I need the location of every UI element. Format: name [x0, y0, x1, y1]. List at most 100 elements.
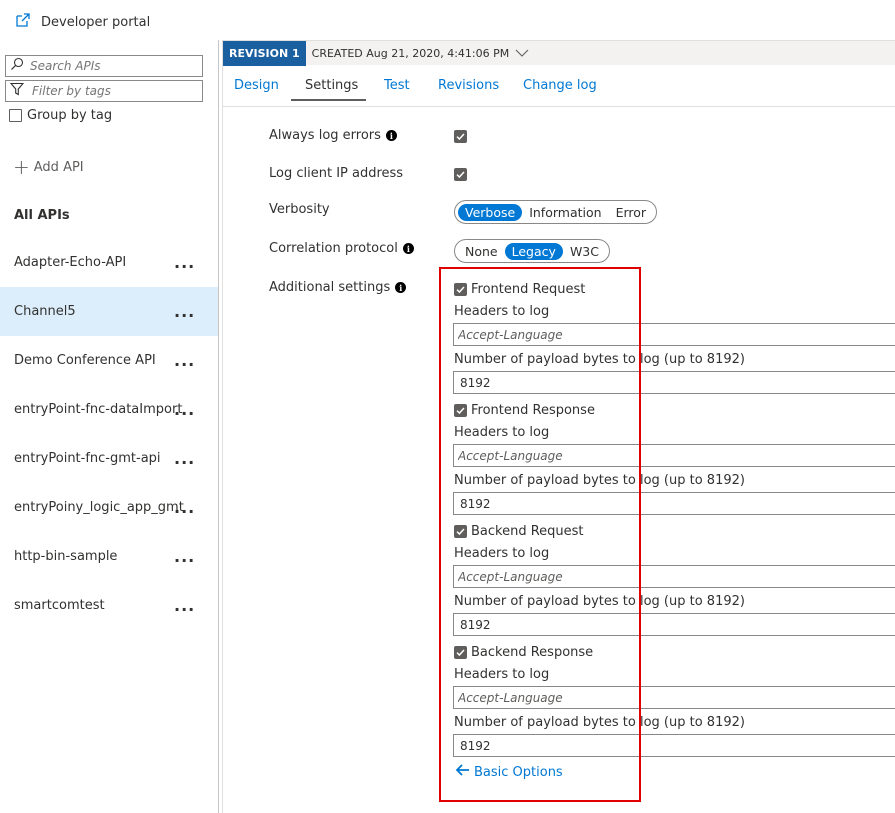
verbosity-label: Verbosity — [269, 202, 330, 217]
active-tab-indicator — [291, 99, 366, 101]
correlation-protocol-toggle: None Legacy W3C — [454, 239, 610, 263]
backend-response-checkbox-row[interactable]: Backend Response — [454, 645, 593, 660]
payload-bytes-label: Number of payload bytes to log (up to 81… — [454, 594, 745, 609]
section-title: Frontend Response — [471, 403, 595, 418]
verbosity-toggle: Verbose Information Error — [454, 200, 658, 224]
api-sidebar: Group by tag + Add API All APIs Adapter-… — [0, 40, 218, 813]
more-options-icon[interactable]: ... — [174, 304, 195, 320]
group-by-tag-label: Group by tag — [27, 108, 113, 123]
api-list-item[interactable]: entryPoint-fnc-dataImport ... — [0, 385, 218, 434]
frontend-request-checkbox[interactable] — [454, 283, 467, 296]
headers-to-log-input[interactable] — [453, 686, 895, 709]
backend-request-checkbox-row[interactable]: Backend Request — [454, 524, 584, 539]
verbosity-option-error[interactable]: Error — [609, 204, 653, 221]
verbosity-option-verbose[interactable]: Verbose — [458, 203, 523, 221]
api-name: http-bin-sample — [14, 549, 118, 564]
tab-test[interactable]: Test — [384, 78, 410, 93]
backend-request-checkbox[interactable] — [454, 525, 467, 538]
add-api-label: Add API — [33, 159, 84, 175]
checkbox-unchecked-icon[interactable] — [9, 109, 22, 122]
tab-revisions[interactable]: Revisions — [438, 78, 499, 93]
more-options-icon[interactable]: ... — [174, 353, 195, 369]
frontend-response-checkbox[interactable] — [454, 404, 467, 417]
sidebar-divider[interactable] — [218, 40, 219, 813]
search-apis-input[interactable] — [30, 59, 200, 73]
more-options-icon[interactable]: ... — [174, 549, 195, 565]
payload-bytes-input[interactable] — [453, 371, 895, 394]
log-client-ip-text: Log client IP address — [269, 166, 404, 181]
content-divider — [222, 40, 223, 813]
payload-bytes-label: Number of payload bytes to log (up to 81… — [454, 473, 745, 488]
log-client-ip-checkbox[interactable] — [454, 168, 467, 181]
api-list-item[interactable]: Adapter-Echo-API ... — [0, 238, 218, 287]
filter-tags-input[interactable] — [32, 84, 202, 98]
api-list-item[interactable]: Demo Conference API ... — [0, 336, 218, 385]
developer-portal-link[interactable]: Developer portal — [14, 11, 150, 33]
more-options-icon[interactable]: ... — [174, 500, 195, 516]
additional-settings-text: Additional settings — [269, 280, 391, 295]
info-icon[interactable]: i — [395, 282, 407, 293]
backend-response-checkbox[interactable] — [454, 646, 467, 659]
frontend-response-checkbox-row[interactable]: Frontend Response — [454, 403, 595, 418]
log-client-ip-label: Log client IP address — [269, 166, 403, 181]
headers-to-log-input[interactable] — [453, 444, 895, 467]
api-name: entryPoint-fnc-gmt-api — [14, 451, 161, 466]
more-options-icon[interactable]: ... — [174, 402, 195, 418]
tab-change-log[interactable]: Change log — [523, 78, 597, 93]
basic-options-label: Basic Options — [474, 764, 563, 780]
payload-bytes-input[interactable] — [453, 613, 895, 636]
more-options-icon[interactable]: ... — [174, 598, 195, 614]
add-api-button[interactable]: + Add API — [13, 155, 84, 179]
payload-bytes-input[interactable] — [453, 734, 895, 757]
plus-icon: + — [13, 155, 30, 179]
headers-to-log-label: Headers to log — [454, 546, 550, 561]
tab-settings[interactable]: Settings — [305, 78, 358, 93]
always-log-errors-checkbox[interactable] — [454, 130, 467, 143]
checkmark-icon — [456, 286, 465, 294]
api-list-item[interactable]: http-bin-sample ... — [0, 532, 218, 581]
group-by-tag-checkbox[interactable]: Group by tag — [4, 108, 112, 123]
api-list-item-selected[interactable]: Channel5 ... — [0, 287, 218, 336]
verbosity-option-information[interactable]: Information — [522, 204, 608, 221]
revision-bar: REVISION 1 CREATED Aug 21, 2020, 4:41:06… — [223, 40, 895, 66]
api-name: smartcomtest — [14, 598, 105, 613]
checkmark-icon — [456, 133, 465, 141]
section-title: Backend Request — [471, 524, 584, 539]
headers-to-log-label: Headers to log — [454, 304, 550, 319]
revision-created-text: CREATED Aug 21, 2020, 4:41:06 PM — [311, 46, 510, 60]
info-icon[interactable]: i — [385, 130, 397, 141]
headers-to-log-input[interactable] — [453, 323, 895, 346]
more-options-icon[interactable]: ... — [174, 255, 195, 271]
api-list-item[interactable]: smartcomtest ... — [0, 581, 218, 630]
search-icon — [10, 57, 24, 75]
api-list-item[interactable]: entryPoint-fnc-gmt-api ... — [0, 434, 218, 483]
api-name: Adapter-Echo-API — [14, 255, 127, 270]
api-list-item[interactable]: entryPoiny_logic_app_gmt ... — [0, 483, 218, 532]
correlation-protocol-text: Correlation protocol — [269, 241, 398, 256]
more-options-icon[interactable]: ... — [174, 451, 195, 467]
correlation-option-legacy[interactable]: Legacy — [504, 242, 563, 260]
tab-design[interactable]: Design — [234, 78, 279, 93]
info-icon[interactable]: i — [402, 243, 414, 254]
filter-tags-box[interactable] — [5, 80, 203, 102]
correlation-option-w3c[interactable]: W3C — [563, 243, 606, 260]
verbosity-text: Verbosity — [269, 202, 330, 217]
search-apis-box[interactable] — [5, 55, 203, 77]
correlation-option-none[interactable]: None — [458, 243, 505, 260]
always-log-errors-label: Always log errors i — [269, 128, 397, 143]
external-link-icon — [14, 11, 32, 33]
api-name: Channel5 — [14, 304, 76, 319]
frontend-request-checkbox-row[interactable]: Frontend Request — [454, 282, 585, 297]
checkmark-icon — [456, 171, 465, 179]
api-name: entryPoint-fnc-dataImport — [14, 402, 183, 417]
section-title: Backend Response — [471, 645, 594, 660]
checkmark-icon — [456, 649, 465, 657]
headers-to-log-input[interactable] — [453, 565, 895, 588]
headers-to-log-label: Headers to log — [454, 425, 550, 440]
basic-options-link[interactable]: Basic Options — [455, 763, 563, 781]
all-apis-heading: All APIs — [14, 208, 70, 223]
payload-bytes-input[interactable] — [453, 492, 895, 515]
chevron-down-icon[interactable] — [515, 46, 529, 60]
api-list: Adapter-Echo-API ... Channel5 ... Demo C… — [0, 238, 218, 630]
back-arrow-icon — [455, 763, 470, 781]
